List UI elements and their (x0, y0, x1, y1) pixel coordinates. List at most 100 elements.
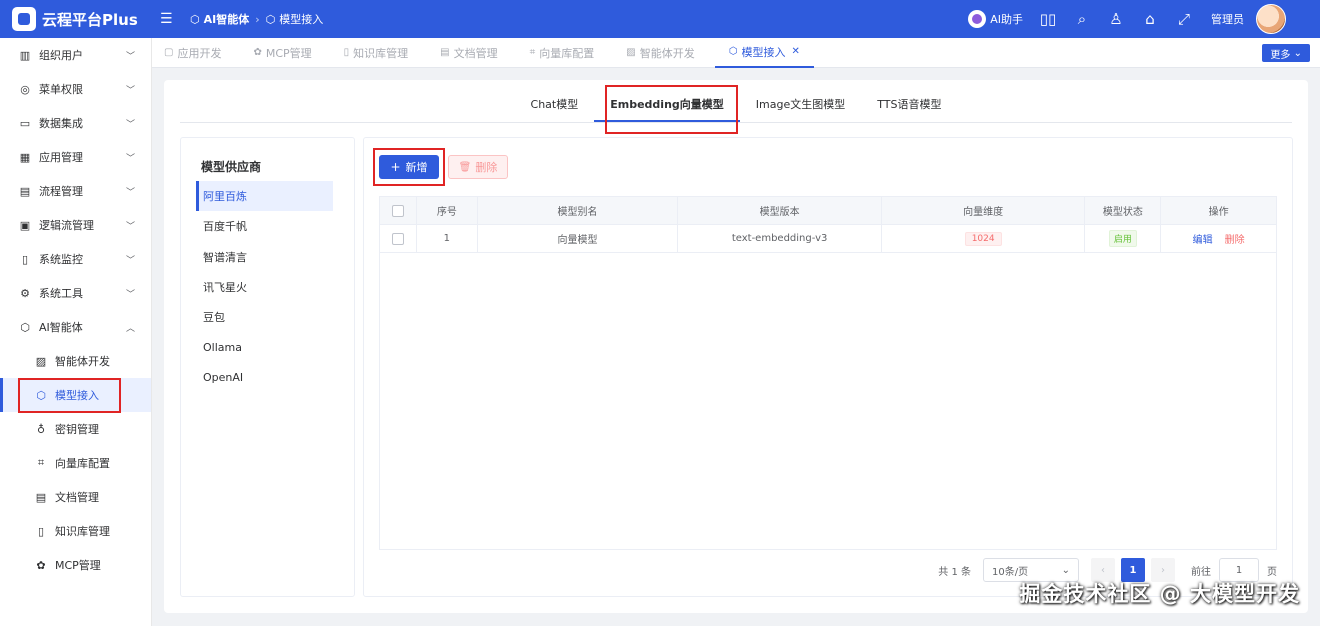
sidebar-item-label: 逻辑流管理 (39, 219, 94, 232)
delete-button[interactable]: 🗑 删除 (448, 155, 508, 179)
page-tab-label: 模型接入 (741, 45, 786, 59)
page-tab-4[interactable]: ⌗ 向量库配置 (530, 38, 595, 68)
fullscreen-icon[interactable]: ⤢ (1175, 10, 1193, 28)
chevron-down-icon: ﹀ (125, 221, 135, 232)
page-tabs-bar: ▢ 应用开发 ✿ MCP管理 ▯ 知识库管理 ▤ 文档管理 ⌗ 向量库配置 ▨ 智能体开发 ⬡ 模型接入 ✕… (152, 38, 1320, 68)
model-icon: ⬡ (265, 12, 276, 26)
watermark: 掘金技术社区 @ 大模型开发 (1019, 582, 1300, 606)
chevron-down-icon: ﹀ (125, 289, 135, 300)
sidebar-item-8[interactable]: ⬡ AI智能体 ︿ (0, 310, 151, 344)
breadcrumb: ⬡ AI智能体 › ⬡ 模型接入 (190, 11, 323, 27)
provider-item-5[interactable]: Ollama (196, 333, 333, 363)
theme-shirt-icon[interactable]: ♙ (1107, 10, 1125, 28)
row-alias: 向量模型 (478, 225, 679, 252)
ai-assistant-button[interactable]: AI助手 (990, 11, 1023, 27)
search-icon[interactable]: ⌕ (1073, 10, 1091, 28)
chevron-down-icon: ﹀ (125, 187, 135, 198)
chevron-right-icon: › (1161, 564, 1165, 576)
header-actions: AI助手 ▯▯ ⌕ ♙ ⌂ ⤢ 管理员 (968, 0, 1286, 38)
page-tab-1[interactable]: ✿ MCP管理 (253, 38, 311, 68)
model-tab-0[interactable]: Chat模型 (515, 96, 595, 122)
row-checkbox[interactable] (391, 232, 404, 245)
sidebar-subitem-6[interactable]: ✿ MCP管理 (0, 548, 151, 582)
top-header: 云程平台Plus ☰ ⬡ AI智能体 › ⬡ 模型接入 AI助手 ▯▯ ⌕ ♙ … (0, 0, 1320, 38)
sidebar-item-6[interactable]: ▯ 系统监控 ﹀ (0, 242, 151, 276)
tab-icon: ▯ (343, 47, 350, 58)
select-all-cell (380, 197, 417, 224)
more-tabs-button[interactable]: 更多 ⌄ (1262, 44, 1310, 62)
page-tab-label: 向量库配置 (539, 46, 595, 60)
sidebar-subitem-3[interactable]: ⌗ 向量库配置 (0, 446, 151, 480)
page-tab-6[interactable]: ⬡ 模型接入 ✕ (714, 38, 814, 68)
tab-icon: ✿ (253, 47, 262, 58)
model-tab-3[interactable]: TTS语音模型 (861, 96, 957, 122)
ai-assistant-avatar-icon[interactable] (968, 10, 987, 28)
column-header-alias: 模型别名 (478, 197, 679, 224)
sidebar-subitem-0[interactable]: ▨ 智能体开发 (0, 344, 151, 378)
sidebar-item-2[interactable]: ▭ 数据集成 ﹀ (0, 106, 151, 140)
row-status-cell: 启用 (1085, 225, 1162, 252)
page-tab-5[interactable]: ▨ 智能体开发 (626, 38, 694, 68)
model-tab-2[interactable]: Image文生图模型 (740, 96, 861, 122)
sidebar-item-7[interactable]: ⚙ 系统工具 ﹀ (0, 276, 151, 310)
gear-icon: ⚙ (20, 286, 30, 300)
provider-item-4[interactable]: 豆包 (196, 302, 333, 332)
sidebar-item-label: 系统工具 (39, 287, 83, 300)
provider-item-6[interactable]: OpenAI (196, 363, 333, 393)
status-badge: 启用 (1108, 230, 1137, 247)
sidebar-item-5[interactable]: ▣ 逻辑流管理 ﹀ (0, 208, 151, 242)
page-tab-label: 智能体开发 (639, 46, 695, 60)
sidebar-subitem-2[interactable]: ♁ 密钥管理 (0, 412, 151, 446)
chevron-down-icon: ⌄ (1061, 564, 1070, 576)
sidebar-subitem-label: 智能体开发 (55, 355, 110, 368)
briefcase-icon: ▭ (19, 116, 31, 130)
dimension-tag: 1024 (964, 231, 1002, 246)
breadcrumb-item-ai[interactable]: ⬡ AI智能体 (190, 11, 249, 27)
edit-link[interactable]: 编辑 (1193, 231, 1213, 246)
provider-item-1[interactable]: 百度千帆 (196, 211, 333, 241)
add-button[interactable]: + 新增 (379, 155, 439, 179)
table-header: 序号 模型别名 模型版本 向量维度 模型状态 操作 (380, 197, 1276, 225)
sidebar-item-label: 菜单权限 (39, 83, 83, 96)
layout-icon[interactable]: ▯▯ (1039, 10, 1057, 28)
column-header-index: 序号 (417, 197, 478, 224)
delete-link[interactable]: 删除 (1225, 231, 1245, 246)
column-header-dimension: 向量维度 (882, 197, 1086, 224)
page-tab-label: MCP管理 (265, 46, 312, 60)
provider-item-0[interactable]: 阿里百炼 (196, 181, 333, 211)
app-logo[interactable]: 云程平台Plus (0, 7, 152, 31)
sidebar: ▥ 组织用户 ﹀ ◎ 菜单权限 ﹀ ▭ 数据集成 ﹀ ▦ 应用管理 ﹀ ▤ 流程管理 ﹀ ▣ 逻辑流管理 ﹀ ▯ 系统… (0, 38, 152, 626)
select-all-checkbox[interactable] (391, 204, 404, 217)
page-tab-3[interactable]: ▤ 文档管理 (440, 38, 497, 68)
sidebar-subitem-label: 向量库配置 (55, 457, 110, 470)
chevron-down-icon: ﹀ (125, 51, 135, 62)
user-avatar[interactable] (1256, 4, 1286, 34)
ai-icon: ⬡ (190, 12, 200, 26)
plus-icon: + (390, 160, 401, 174)
grid-icon: ▦ (19, 150, 31, 164)
chevron-down-icon: ﹀ (125, 153, 135, 164)
row-select-cell (380, 225, 417, 252)
chevron-up-icon: ︿ (125, 323, 135, 334)
sidebar-subitem-5[interactable]: ▯ 知识库管理 (0, 514, 151, 548)
close-icon[interactable]: ✕ (791, 46, 799, 57)
page-tab-2[interactable]: ▯ 知识库管理 (344, 38, 409, 68)
provider-item-2[interactable]: 智谱清言 (196, 242, 333, 272)
row-actions: 编辑 删除 (1161, 225, 1276, 252)
menu-toggle-icon[interactable]: ☰ (160, 11, 180, 27)
sidebar-item-3[interactable]: ▦ 应用管理 ﹀ (0, 140, 151, 174)
sidebar-item-1[interactable]: ◎ 菜单权限 ﹀ (0, 72, 151, 106)
page-tab-0[interactable]: ▢ 应用开发 (164, 38, 221, 68)
sidebar-item-4[interactable]: ▤ 流程管理 ﹀ (0, 174, 151, 208)
sidebar-item-label: AI智能体 (39, 321, 83, 334)
sidebar-subitem-4[interactable]: ▤ 文档管理 (0, 480, 151, 514)
sidebar-item-0[interactable]: ▥ 组织用户 ﹀ (0, 38, 151, 72)
breadcrumb-item-model: ⬡ 模型接入 (265, 12, 324, 27)
provider-item-3[interactable]: 讯飞星火 (196, 272, 333, 302)
tab-icon: ⬡ (728, 46, 738, 57)
building-icon: ▥ (19, 48, 31, 62)
chevron-left-icon: ‹ (1101, 564, 1105, 576)
user-name[interactable]: 管理员 (1211, 11, 1244, 27)
main-card: Chat模型 Embedding向量模型 Image文生图模型 TTS语音模型 模型供… (164, 80, 1308, 613)
home-icon[interactable]: ⌂ (1141, 10, 1159, 28)
